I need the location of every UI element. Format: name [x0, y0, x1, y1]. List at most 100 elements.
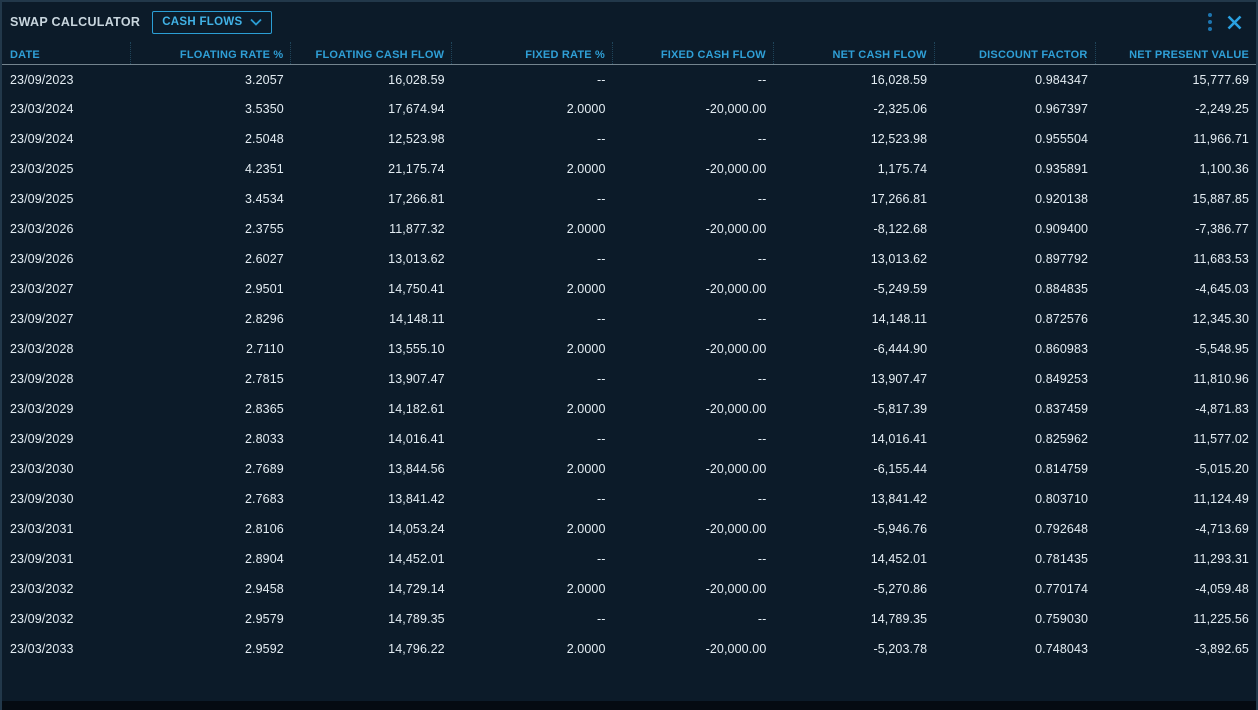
cell-floating-cash-flow: 13,907.47: [291, 364, 452, 394]
cell-floating-cash-flow: 13,555.10: [291, 334, 452, 364]
column-header-net-cash-flow[interactable]: NET CASH FLOW: [773, 42, 934, 64]
cell-date: 23/09/2025: [2, 184, 130, 214]
cell-discount-factor: 0.860983: [934, 334, 1095, 364]
table-row: 23/09/20242.504812,523.98----12,523.980.…: [2, 124, 1256, 154]
cell-fixed-rate: --: [452, 244, 613, 274]
cell-net-present-value: 1,100.36: [1095, 154, 1256, 184]
table-row: 23/09/20312.890414,452.01----14,452.010.…: [2, 544, 1256, 574]
cell-discount-factor: 0.909400: [934, 214, 1095, 244]
cell-floating-rate: 2.9501: [130, 274, 291, 304]
cell-fixed-rate: --: [452, 184, 613, 214]
cell-floating-cash-flow: 14,789.35: [291, 604, 452, 634]
kebab-dots: [1208, 13, 1212, 31]
cell-fixed-cash-flow: -20,000.00: [613, 514, 774, 544]
cell-date: 23/03/2031: [2, 514, 130, 544]
cell-fixed-cash-flow: --: [613, 604, 774, 634]
cell-date: 23/09/2024: [2, 124, 130, 154]
column-header-fixed-rate[interactable]: FIXED RATE %: [452, 42, 613, 64]
view-selector-dropdown[interactable]: CASH FLOWS: [152, 11, 271, 34]
cell-net-cash-flow: -5,817.39: [773, 394, 934, 424]
cell-net-cash-flow: -5,946.76: [773, 514, 934, 544]
column-header-discount-factor[interactable]: DISCOUNT FACTOR: [934, 42, 1095, 64]
table-row: 23/03/20292.836514,182.612.0000-20,000.0…: [2, 394, 1256, 424]
cell-fixed-rate: 2.0000: [452, 574, 613, 604]
cell-fixed-rate: --: [452, 604, 613, 634]
cell-discount-factor: 0.770174: [934, 574, 1095, 604]
kebab-menu-icon[interactable]: [1198, 9, 1222, 35]
cell-floating-rate: 4.2351: [130, 154, 291, 184]
cell-date: 23/09/2028: [2, 364, 130, 394]
cell-discount-factor: 0.897792: [934, 244, 1095, 274]
cell-fixed-cash-flow: -20,000.00: [613, 94, 774, 124]
table-header-row: DATEFLOATING RATE %FLOATING CASH FLOWFIX…: [2, 42, 1256, 64]
column-header-floating-rate[interactable]: FLOATING RATE %: [130, 42, 291, 64]
table-row: 23/09/20272.829614,148.11----14,148.110.…: [2, 304, 1256, 334]
cell-floating-cash-flow: 14,452.01: [291, 544, 452, 574]
cell-floating-rate: 2.5048: [130, 124, 291, 154]
column-header-date[interactable]: DATE: [2, 42, 130, 64]
cell-floating-cash-flow: 12,523.98: [291, 124, 452, 154]
cell-fixed-cash-flow: -20,000.00: [613, 154, 774, 184]
column-header-net-present-value[interactable]: NET PRESENT VALUE: [1095, 42, 1256, 64]
cell-net-present-value: 11,124.49: [1095, 484, 1256, 514]
table-row: 23/03/20272.950114,750.412.0000-20,000.0…: [2, 274, 1256, 304]
cell-floating-rate: 2.8904: [130, 544, 291, 574]
cell-floating-rate: 2.8033: [130, 424, 291, 454]
cell-fixed-cash-flow: --: [613, 124, 774, 154]
cell-fixed-cash-flow: -20,000.00: [613, 334, 774, 364]
cell-discount-factor: 0.825962: [934, 424, 1095, 454]
cell-floating-rate: 2.8365: [130, 394, 291, 424]
table-row: 23/03/20254.235121,175.742.0000-20,000.0…: [2, 154, 1256, 184]
cell-fixed-cash-flow: -20,000.00: [613, 634, 774, 664]
cell-discount-factor: 0.814759: [934, 454, 1095, 484]
cell-net-present-value: -4,059.48: [1095, 574, 1256, 604]
cell-date: 23/09/2026: [2, 244, 130, 274]
cell-fixed-rate: --: [452, 484, 613, 514]
cell-floating-cash-flow: 14,750.41: [291, 274, 452, 304]
view-selector-value: CASH FLOWS: [162, 16, 242, 28]
cell-net-present-value: -5,015.20: [1095, 454, 1256, 484]
titlebar: SWAP CALCULATOR CASH FLOWS: [2, 2, 1256, 42]
cell-net-cash-flow: -5,249.59: [773, 274, 934, 304]
cell-discount-factor: 0.872576: [934, 304, 1095, 334]
cell-fixed-cash-flow: --: [613, 64, 774, 94]
cell-date: 23/09/2029: [2, 424, 130, 454]
close-icon[interactable]: [1222, 9, 1246, 35]
cell-floating-cash-flow: 11,877.32: [291, 214, 452, 244]
cell-discount-factor: 0.748043: [934, 634, 1095, 664]
swap-calculator-window: SWAP CALCULATOR CASH FLOWS DATE: [0, 0, 1258, 710]
cell-net-cash-flow: 14,148.11: [773, 304, 934, 334]
cell-fixed-rate: --: [452, 124, 613, 154]
cell-fixed-rate: 2.0000: [452, 454, 613, 484]
cell-floating-rate: 2.7689: [130, 454, 291, 484]
cell-net-present-value: 15,887.85: [1095, 184, 1256, 214]
cell-fixed-rate: 2.0000: [452, 334, 613, 364]
table-row: 23/03/20262.375511,877.322.0000-20,000.0…: [2, 214, 1256, 244]
cell-floating-rate: 2.7815: [130, 364, 291, 394]
cell-date: 23/09/2030: [2, 484, 130, 514]
table-row: 23/03/20282.711013,555.102.0000-20,000.0…: [2, 334, 1256, 364]
cell-net-cash-flow: 13,907.47: [773, 364, 934, 394]
cell-fixed-cash-flow: -20,000.00: [613, 454, 774, 484]
cell-fixed-cash-flow: --: [613, 544, 774, 574]
cell-fixed-rate: 2.0000: [452, 274, 613, 304]
cell-floating-cash-flow: 13,013.62: [291, 244, 452, 274]
cell-floating-rate: 2.7110: [130, 334, 291, 364]
cell-net-present-value: 11,293.31: [1095, 544, 1256, 574]
cell-net-cash-flow: 14,016.41: [773, 424, 934, 454]
cell-net-present-value: 12,345.30: [1095, 304, 1256, 334]
table-row: 23/09/20233.205716,028.59----16,028.590.…: [2, 64, 1256, 94]
cell-discount-factor: 0.792648: [934, 514, 1095, 544]
cell-floating-rate: 2.9592: [130, 634, 291, 664]
cell-net-present-value: -3,892.65: [1095, 634, 1256, 664]
cell-floating-cash-flow: 14,053.24: [291, 514, 452, 544]
cell-fixed-cash-flow: -20,000.00: [613, 574, 774, 604]
cell-discount-factor: 0.849253: [934, 364, 1095, 394]
column-header-fixed-cash-flow[interactable]: FIXED CASH FLOW: [613, 42, 774, 64]
column-header-floating-cash-flow[interactable]: FLOATING CASH FLOW: [291, 42, 452, 64]
page-title: SWAP CALCULATOR: [10, 15, 140, 29]
cell-fixed-rate: --: [452, 544, 613, 574]
cell-date: 23/03/2024: [2, 94, 130, 124]
cell-net-cash-flow: 13,841.42: [773, 484, 934, 514]
cell-discount-factor: 0.967397: [934, 94, 1095, 124]
